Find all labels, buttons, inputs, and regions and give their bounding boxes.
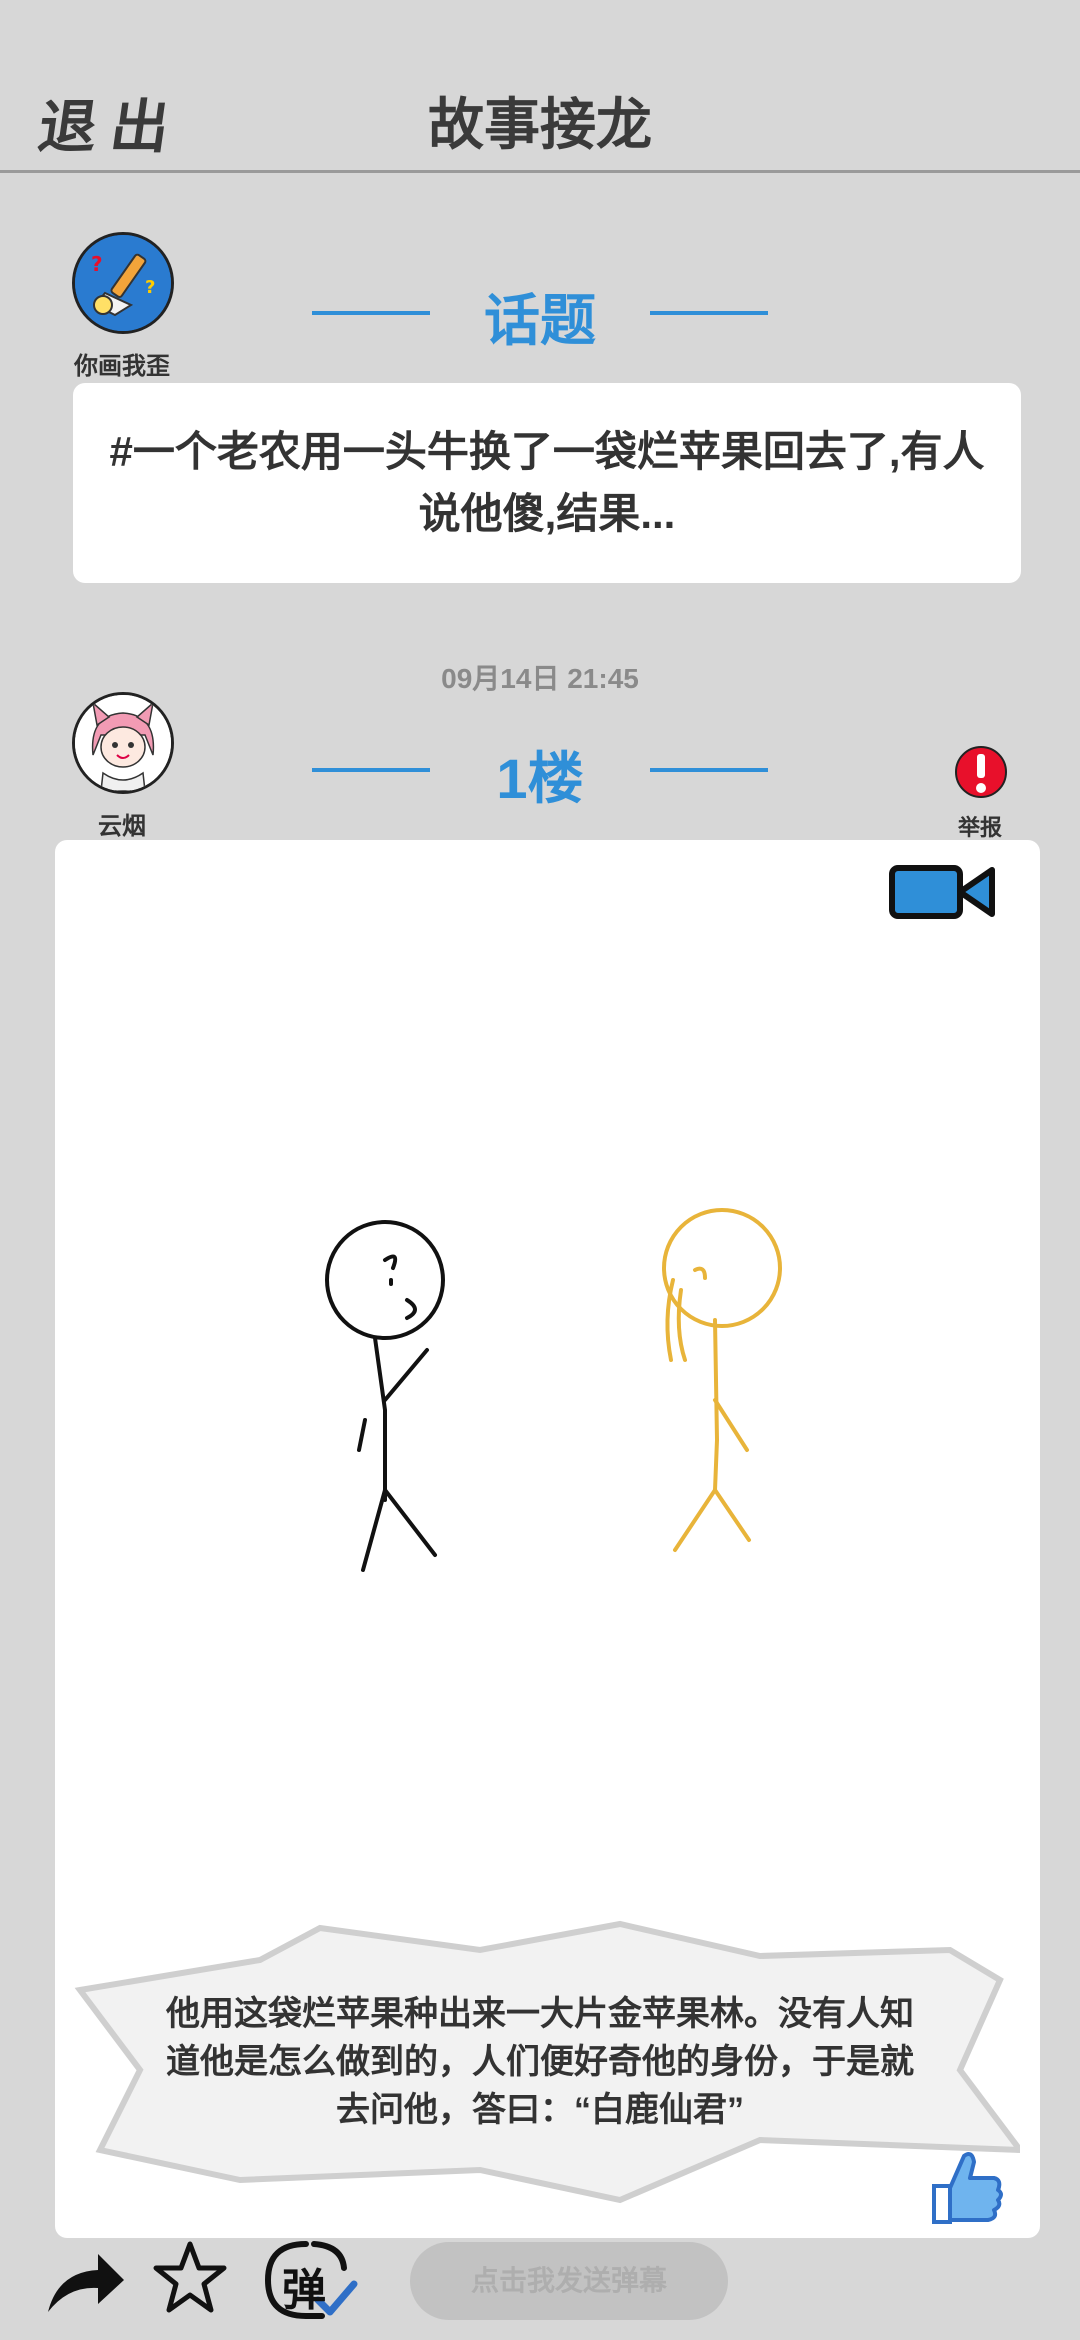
floor-label: 1楼 bbox=[496, 747, 584, 810]
danmaku-input[interactable]: 点击我发送弹幕 bbox=[410, 2242, 728, 2320]
svg-text:?: ? bbox=[145, 277, 155, 298]
page-title: 故事接龙 bbox=[428, 93, 652, 156]
report-icon[interactable] bbox=[955, 744, 1007, 802]
like-icon[interactable] bbox=[928, 2146, 1004, 2226]
topic-author-name: 你画我歪 bbox=[74, 353, 170, 380]
topic-card: #一个老农用一头牛换了一袋烂苹果回去了,有人说他傻,结果... bbox=[73, 383, 1021, 583]
topic-text: #一个老农用一头牛换了一袋烂苹果回去了,有人说他傻,结果... bbox=[109, 428, 985, 537]
post-timestamp: 09月14日 21:45 bbox=[441, 663, 639, 694]
post-author-name: 云烟 bbox=[98, 813, 146, 840]
report-label[interactable]: 举报 bbox=[940, 810, 1020, 842]
post-author-avatar[interactable] bbox=[72, 692, 174, 794]
header-divider bbox=[0, 170, 1080, 173]
topic-author-avatar[interactable]: ? ? bbox=[72, 232, 174, 334]
svg-text:?: ? bbox=[91, 252, 103, 276]
topic-section-title: 话题 bbox=[484, 289, 596, 352]
danmaku-toggle-char: 弹 bbox=[282, 2265, 326, 2316]
star-icon[interactable] bbox=[152, 2240, 228, 2316]
section-divider-right bbox=[650, 311, 768, 315]
danmaku-toggle-icon[interactable]: 弹 bbox=[262, 2238, 358, 2322]
floor-divider-right bbox=[650, 768, 768, 772]
share-icon[interactable] bbox=[44, 2250, 126, 2316]
post-caption: 他用这袋烂苹果种出来一大片金苹果林。没有人知道他是怎么做到的，人们便好奇他的身份… bbox=[166, 1995, 914, 2129]
